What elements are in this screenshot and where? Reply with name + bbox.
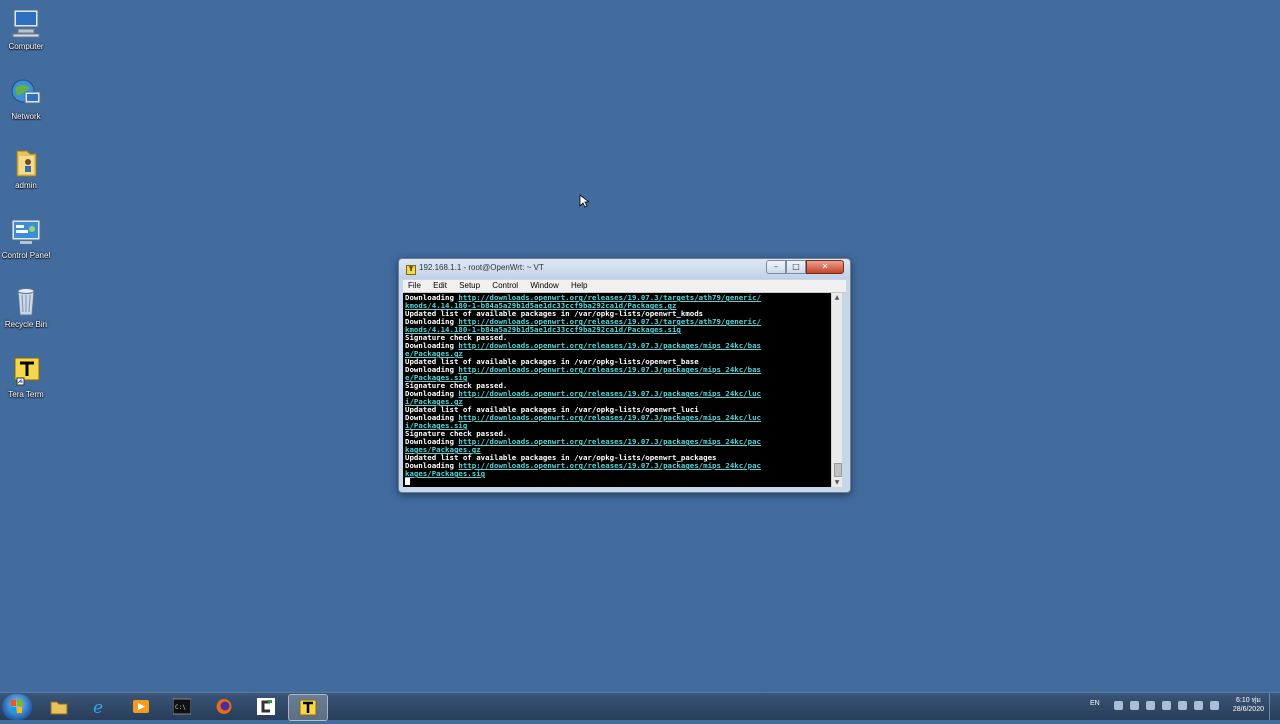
terminal-url[interactable]: http://downloads.openwrt.org/releases/19… bbox=[458, 389, 761, 398]
maximize-button[interactable]: □ bbox=[786, 260, 806, 274]
terminal-output[interactable]: Downloading http://downloads.openwrt.org… bbox=[403, 293, 831, 487]
tera-term-icon bbox=[8, 354, 44, 388]
computer-icon bbox=[8, 6, 44, 40]
terminal-prompt-line bbox=[405, 478, 831, 486]
volume-icon[interactable] bbox=[1178, 701, 1187, 710]
taskbar: e C:\ EN 6:10 ทุ่ม 28/6/2020 bbox=[0, 692, 1280, 721]
taskbar-file-explorer[interactable] bbox=[40, 694, 78, 719]
start-button[interactable] bbox=[2, 694, 32, 720]
desktop-icon-label: Network bbox=[11, 112, 41, 121]
terminal-line: Downloading http://downloads.openwrt.org… bbox=[405, 390, 831, 398]
minimize-button[interactable]: – bbox=[766, 260, 786, 274]
close-button[interactable]: ✕ bbox=[806, 260, 844, 274]
language-indicator[interactable]: EN bbox=[1090, 700, 1100, 707]
desktop-icon-label: Recycle Bin bbox=[4, 320, 48, 329]
desktop-icon-label: Tera Term bbox=[8, 390, 44, 399]
window-titlebar[interactable]: T 192.168.1.1 - root@OpenWrt: ~ VT – □ ✕ bbox=[399, 259, 850, 279]
desktop-icon-computer[interactable]: Computer bbox=[0, 0, 52, 52]
firefox-icon bbox=[215, 698, 233, 715]
desktop-icon-control-panel[interactable]: Control Panel bbox=[0, 209, 52, 261]
user-folder-icon bbox=[8, 145, 44, 179]
desktop-icon-tera-term[interactable]: Tera Term bbox=[0, 348, 52, 400]
tera-term-app-icon[interactable]: T bbox=[406, 265, 416, 275]
terminal-line: Downloading http://downloads.openwrt.org… bbox=[405, 366, 831, 374]
tera-term-window[interactable]: T 192.168.1.1 - root@OpenWrt: ~ VT – □ ✕… bbox=[398, 258, 851, 493]
show-desktop-button[interactable] bbox=[1269, 693, 1280, 720]
taskbar-firefox[interactable] bbox=[205, 694, 243, 719]
system-tray: EN 6:10 ทุ่ม 28/6/2020 bbox=[1080, 693, 1280, 720]
terminal-cursor bbox=[405, 478, 410, 485]
tray-network-icon[interactable] bbox=[1146, 701, 1155, 710]
svg-text:e: e bbox=[93, 698, 103, 715]
menu-window[interactable]: Window bbox=[525, 280, 563, 291]
terminal-line: Downloading http://downloads.openwrt.org… bbox=[405, 342, 831, 350]
cygwin-icon bbox=[257, 698, 275, 715]
desktop-icon-label: Control Panel bbox=[1, 251, 51, 260]
menu-setup[interactable]: Setup bbox=[454, 280, 485, 291]
terminal-line: kages/Packages.sig bbox=[405, 470, 831, 478]
tray-security-icon[interactable] bbox=[1130, 701, 1139, 710]
scrollbar-thumb[interactable] bbox=[834, 463, 842, 477]
menu-control[interactable]: Control bbox=[487, 280, 523, 291]
tray-tool-icon[interactable] bbox=[1162, 701, 1171, 710]
desktop-icon-network[interactable]: Network bbox=[0, 70, 52, 122]
menu-edit[interactable]: Edit bbox=[428, 280, 452, 291]
desktop-icon-label: Computer bbox=[8, 42, 44, 51]
scroll-up-arrow-icon[interactable]: ▲ bbox=[832, 293, 842, 302]
clock-date: 28/6/2020 bbox=[1232, 706, 1264, 713]
menu-bar: File Edit Setup Control Window Help bbox=[403, 280, 846, 293]
terminal-url[interactable]: http://downloads.openwrt.org/releases/19… bbox=[458, 365, 761, 374]
menu-help[interactable]: Help bbox=[566, 280, 592, 291]
display-icon[interactable] bbox=[1210, 701, 1219, 710]
desktop-icon-recycle-bin[interactable]: Recycle Bin bbox=[0, 278, 52, 330]
clock-time: 6:10 ทุ่ม bbox=[1236, 697, 1261, 704]
command-prompt-icon: C:\ bbox=[172, 698, 192, 715]
taskbar-clock[interactable]: 6:10 ทุ่ม 28/6/2020 bbox=[1233, 696, 1264, 714]
internet-explorer-icon: e bbox=[91, 698, 109, 718]
control-panel-icon bbox=[8, 215, 44, 249]
window-title: 192.168.1.1 - root@OpenWrt: ~ VT bbox=[419, 263, 544, 272]
taskbar-media-player[interactable] bbox=[122, 694, 160, 719]
terminal-url[interactable]: http://downloads.openwrt.org/releases/19… bbox=[458, 341, 761, 350]
action-center-flag-icon[interactable] bbox=[1194, 701, 1203, 710]
taskbar-command-prompt[interactable]: C:\ bbox=[163, 694, 201, 719]
menu-file[interactable]: File bbox=[403, 280, 426, 291]
terminal-line: Downloading http://downloads.openwrt.org… bbox=[405, 414, 831, 422]
taskbar-cygwin-terminal[interactable] bbox=[247, 694, 285, 719]
tera-term-icon bbox=[299, 699, 317, 716]
tray-app-icon[interactable] bbox=[1114, 701, 1123, 710]
taskbar-tera-term[interactable] bbox=[288, 694, 328, 721]
terminal-url[interactable]: kages/Packages.sig bbox=[405, 469, 485, 478]
window-controls: – □ ✕ bbox=[766, 260, 844, 274]
media-player-icon bbox=[132, 698, 150, 715]
terminal-url[interactable]: http://downloads.openwrt.org/releases/19… bbox=[458, 437, 761, 446]
scroll-down-arrow-icon[interactable]: ▼ bbox=[832, 478, 842, 487]
recycle-bin-icon bbox=[8, 284, 44, 318]
terminal-scrollbar[interactable]: ▲ ▼ bbox=[831, 293, 842, 487]
desktop-icon-admin[interactable]: admin bbox=[0, 139, 52, 191]
desktop-icon-label: admin bbox=[15, 181, 37, 190]
terminal-url[interactable]: http://downloads.openwrt.org/releases/19… bbox=[458, 461, 761, 470]
folder-icon bbox=[50, 698, 68, 715]
terminal-text: Downloading http://downloads.openwrt.org… bbox=[403, 293, 831, 486]
network-icon bbox=[8, 76, 44, 110]
svg-text:C:\: C:\ bbox=[175, 704, 186, 711]
taskbar-internet-explorer[interactable]: e bbox=[81, 694, 119, 719]
terminal-url[interactable]: http://downloads.openwrt.org/releases/19… bbox=[458, 413, 761, 422]
